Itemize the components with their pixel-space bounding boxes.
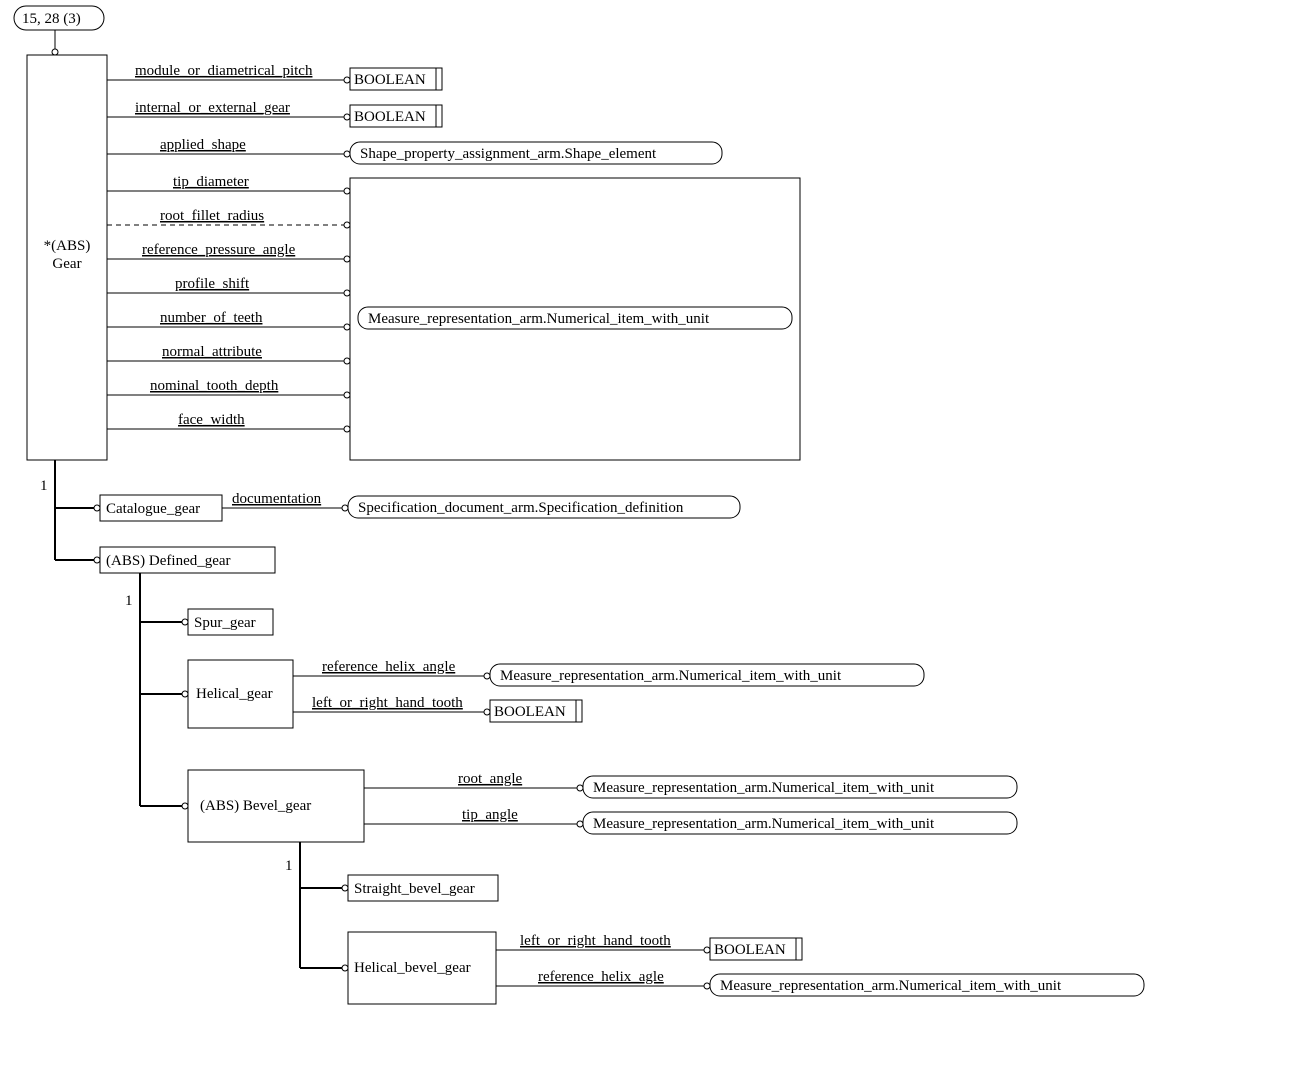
one-label-3: 1: [285, 858, 293, 874]
type-specification-definition-label: Specification_document_arm.Specification…: [358, 500, 684, 516]
attr-tip-diameter: tip_diameter: [173, 174, 249, 190]
entity-gear-label-line1: *(ABS): [44, 238, 91, 254]
attr-tip-angle: tip_angle: [462, 807, 518, 823]
attr-left-or-right-hand-tooth-1: left_or_right_hand_tooth: [312, 695, 463, 711]
attr-left-or-right-hand-tooth-2: left_or_right_hand_tooth: [520, 933, 671, 949]
one-label-2: 1: [125, 593, 133, 609]
attr-reference-helix-angle: reference_helix_angle: [322, 659, 456, 675]
attr-nominal-tooth-depth: nominal_tooth_depth: [150, 378, 279, 394]
attr-reference-pressure-angle: reference_pressure_angle: [142, 242, 296, 258]
entity-defined-gear-label: (ABS) Defined_gear: [106, 553, 231, 569]
type-measure-bevel-root-label: Measure_representation_arm.Numerical_ite…: [593, 780, 935, 796]
attr-reference-helix-agle: reference_helix_agle: [538, 969, 664, 985]
entity-catalogue-gear-label: Catalogue_gear: [106, 501, 200, 517]
attr-applied-shape: applied_shape: [160, 137, 246, 153]
attr-profile-shift: profile_shift: [175, 276, 250, 292]
type-measure-big-label: Measure_representation_arm.Numerical_ite…: [368, 311, 710, 327]
entity-spur-gear-label: Spur_gear: [194, 615, 256, 631]
entity-helical-bevel-gear-label: Helical_bevel_gear: [354, 960, 471, 976]
entity-helical-gear-label: Helical_gear: [196, 686, 273, 702]
type-measure-bevel-tip-label: Measure_representation_arm.Numerical_ite…: [593, 816, 935, 832]
entity-bevel-gear-label: (ABS) Bevel_gear: [200, 798, 311, 814]
entity-straight-bevel-gear-label: Straight_bevel_gear: [354, 881, 475, 897]
attr-root-fillet-radius: root_fillet_radius: [160, 208, 264, 224]
page-reference-text: 15, 28 (3): [22, 11, 81, 27]
attr-documentation: documentation: [232, 491, 322, 507]
one-label-1: 1: [40, 478, 48, 494]
attr-normal-attribute: normal_attribute: [162, 344, 262, 360]
attr-root-angle: root_angle: [458, 771, 522, 787]
type-measure-helical-label: Measure_representation_arm.Numerical_ite…: [500, 668, 842, 684]
entity-gear-label-line2: Gear: [52, 256, 81, 272]
attr-number-of-teeth: number_of_teeth: [160, 310, 263, 326]
type-boolean-4-label: BOOLEAN: [714, 942, 786, 958]
type-boolean-1-label: BOOLEAN: [354, 72, 426, 88]
attr-face-width: face_width: [178, 412, 245, 428]
type-measure-helical-bevel-label: Measure_representation_arm.Numerical_ite…: [720, 978, 1062, 994]
attr-internal-or-external-gear: internal_or_external_gear: [135, 100, 290, 116]
type-boolean-3-label: BOOLEAN: [494, 704, 566, 720]
type-boolean-2-label: BOOLEAN: [354, 109, 426, 125]
attr-module-or-diametrical-pitch: module_or_diametrical_pitch: [135, 63, 313, 79]
type-shape-element-label: Shape_property_assignment_arm.Shape_elem…: [360, 146, 657, 162]
